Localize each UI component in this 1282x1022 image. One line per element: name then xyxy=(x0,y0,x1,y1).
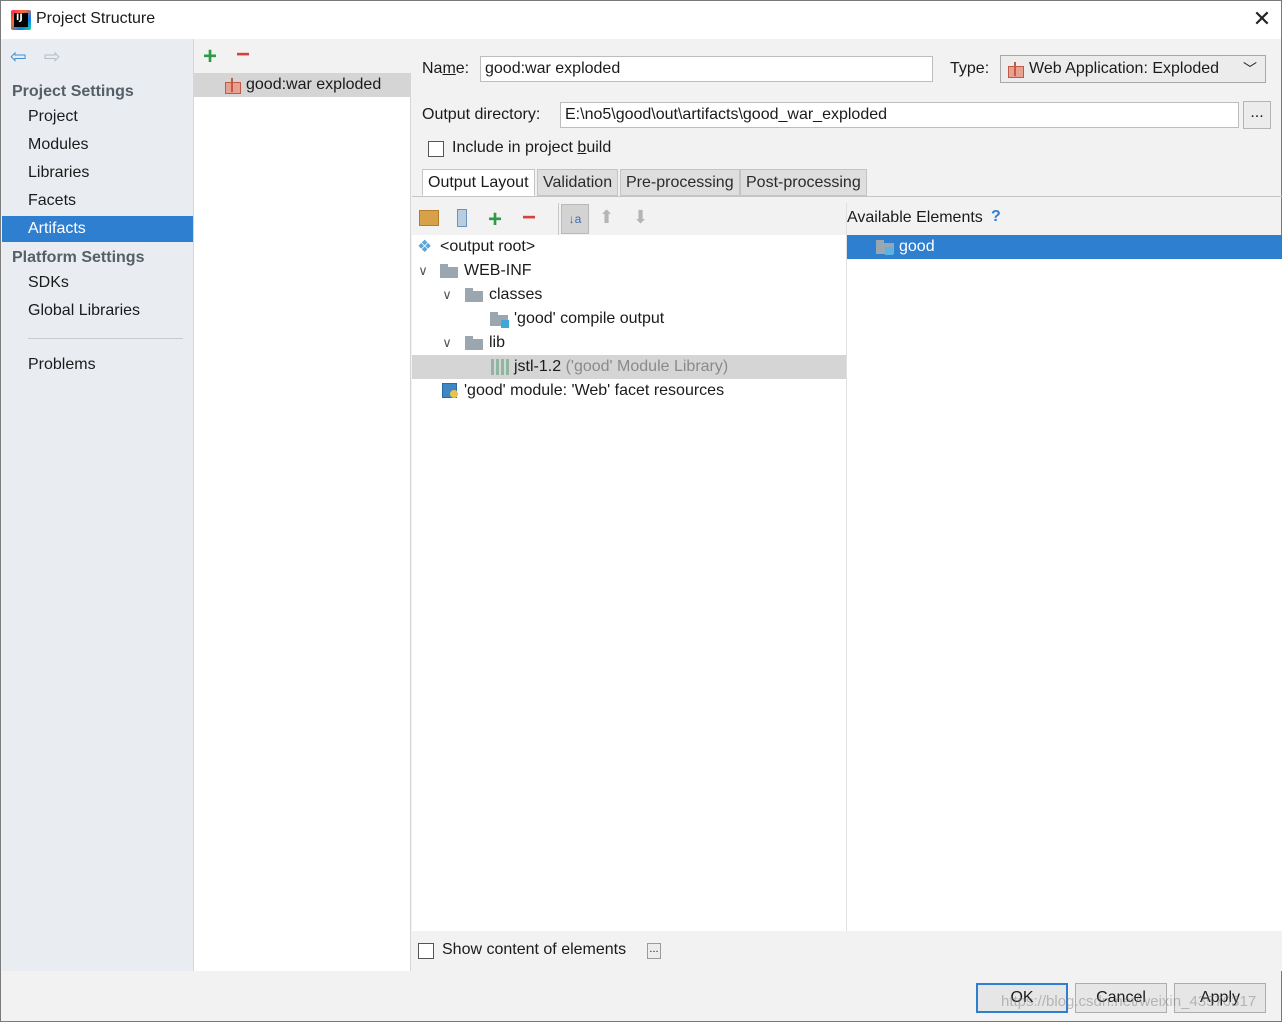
chevron-down-icon[interactable]: ∨ xyxy=(440,331,454,355)
artifact-list-item[interactable]: good:war exploded xyxy=(194,73,411,97)
output-root-icon: ❖ xyxy=(417,237,433,256)
artifact-list-item-label: good:war exploded xyxy=(246,76,382,93)
intellij-logo-icon: IJ xyxy=(11,10,31,30)
output-directory-label: Output directory: xyxy=(422,106,541,123)
tree-row-classes[interactable]: ∨ classes xyxy=(412,283,846,307)
chevron-down-icon: ﹀ xyxy=(1243,61,1257,77)
type-select-value: Web Application: Exploded xyxy=(1029,60,1220,77)
tree-label: WEB-INF xyxy=(464,262,532,279)
tree-label: 'good' module: 'Web' facet resources xyxy=(464,382,725,399)
tree-row-facet-resources[interactable]: 'good' module: 'Web' facet resources xyxy=(412,379,846,403)
tree-row-compile-output[interactable]: 'good' compile output xyxy=(412,307,846,331)
nav-item-artifacts[interactable]: Artifacts xyxy=(2,216,193,242)
nav-item-global-libraries[interactable]: Global Libraries xyxy=(2,298,193,324)
include-in-build-checkbox[interactable] xyxy=(428,141,444,157)
output-directory-input[interactable]: E:\no5\good\out\artifacts\good_war_explo… xyxy=(560,102,1239,128)
folder-icon xyxy=(440,264,458,278)
chevron-down-icon[interactable]: ∨ xyxy=(440,283,454,307)
nav-item-sdks[interactable]: SDKs xyxy=(2,270,193,296)
back-arrow-icon[interactable]: ⇦ xyxy=(10,47,30,67)
module-badge-icon xyxy=(501,320,509,328)
add-element-icon[interactable]: + xyxy=(488,208,502,232)
nav-item-problems[interactable]: Problems xyxy=(2,352,193,378)
title-bar: IJ Project Structure ✕ xyxy=(1,1,1281,39)
layout-toolbar: + − ↓a ⬆ ⬇ xyxy=(412,203,846,235)
type-label: Type: xyxy=(950,60,990,77)
browse-button[interactable]: ... xyxy=(1243,101,1271,129)
name-input[interactable]: good:war exploded xyxy=(480,56,933,82)
folder-icon xyxy=(465,336,483,350)
tree-row-output-root[interactable]: ❖ <output root> xyxy=(412,235,846,259)
tree-label: lib xyxy=(489,334,506,351)
move-down-icon[interactable]: ⬇ xyxy=(633,207,648,228)
library-icon xyxy=(491,359,509,375)
tree-row-lib[interactable]: ∨ lib xyxy=(412,331,846,355)
nav-item-libraries[interactable]: Libraries xyxy=(2,160,193,186)
tree-label: <output root> xyxy=(440,238,536,255)
move-up-icon[interactable]: ⬆ xyxy=(599,207,614,228)
settings-nav: ⇦ ⇨ Project Settings Project Modules Lib… xyxy=(2,39,193,971)
available-item-good[interactable]: good xyxy=(847,235,1282,259)
close-icon[interactable]: ✕ xyxy=(1248,5,1276,33)
create-archive-icon[interactable] xyxy=(457,209,467,227)
type-select[interactable]: Web Application: Exploded ﹀ xyxy=(1000,55,1266,83)
toolbar-divider xyxy=(558,203,559,235)
add-artifact-icon[interactable]: + xyxy=(203,45,217,69)
tree-label: 'good' compile output xyxy=(514,310,665,327)
remove-element-icon[interactable]: − xyxy=(522,206,536,230)
war-artifact-icon xyxy=(224,77,241,94)
available-elements-list: good xyxy=(847,235,1282,931)
show-content-options-button[interactable]: ... xyxy=(647,943,661,959)
name-label: Name: xyxy=(422,60,470,77)
show-content-checkbox[interactable] xyxy=(418,943,434,959)
folder-icon xyxy=(465,288,483,302)
tree-label: jstl-1.2 ('good' Module Library) xyxy=(514,358,729,375)
web-app-icon xyxy=(1007,61,1024,78)
module-badge-icon xyxy=(885,247,893,255)
tree-row-jstl[interactable]: jstl-1.2 ('good' Module Library) xyxy=(412,355,846,379)
output-layout-tree: ❖ <output root> ∨ WEB-INF ∨ classes 'goo… xyxy=(412,235,846,931)
new-directory-icon[interactable] xyxy=(419,210,439,226)
nav-item-modules[interactable]: Modules xyxy=(2,132,193,158)
facet-badge-icon xyxy=(450,390,458,398)
layout-bottom-bar: Show content of elements ... xyxy=(412,931,1282,971)
platform-settings-header: Platform Settings xyxy=(12,249,145,266)
help-icon[interactable]: ? xyxy=(991,208,1001,226)
include-in-build-label: Include in project build xyxy=(452,139,612,156)
tree-row-web-inf[interactable]: ∨ WEB-INF xyxy=(412,259,846,283)
available-elements-title: Available Elements xyxy=(847,209,983,226)
sort-alphabetically-icon[interactable]: ↓a xyxy=(561,204,589,234)
chevron-down-icon[interactable]: ∨ xyxy=(416,259,430,283)
tab-post-processing[interactable]: Post-processing xyxy=(740,169,867,196)
artifacts-toolbar: + − xyxy=(194,39,411,73)
nav-divider xyxy=(28,338,183,339)
artifacts-list-panel: + − good:war exploded xyxy=(193,39,411,971)
tree-label: classes xyxy=(489,286,543,303)
tab-validation[interactable]: Validation xyxy=(537,169,619,196)
nav-item-project[interactable]: Project xyxy=(2,104,193,130)
tab-pre-processing[interactable]: Pre-processing xyxy=(620,169,740,196)
project-settings-header: Project Settings xyxy=(12,83,134,100)
tab-output-layout[interactable]: Output Layout xyxy=(422,169,535,196)
watermark-text: https://blog.csdn.net/weixin_43570317 xyxy=(1001,993,1257,1010)
tab-underline xyxy=(412,196,1282,197)
show-content-label: Show content of elements xyxy=(442,941,627,958)
forward-arrow-icon[interactable]: ⇨ xyxy=(44,47,64,67)
project-structure-dialog: IJ Project Structure ✕ ⇦ ⇨ Project Setti… xyxy=(0,0,1282,1022)
nav-item-facets[interactable]: Facets xyxy=(2,188,193,214)
remove-artifact-icon[interactable]: − xyxy=(236,43,250,67)
available-item-label: good xyxy=(899,238,935,255)
window-title: Project Structure xyxy=(36,10,156,27)
